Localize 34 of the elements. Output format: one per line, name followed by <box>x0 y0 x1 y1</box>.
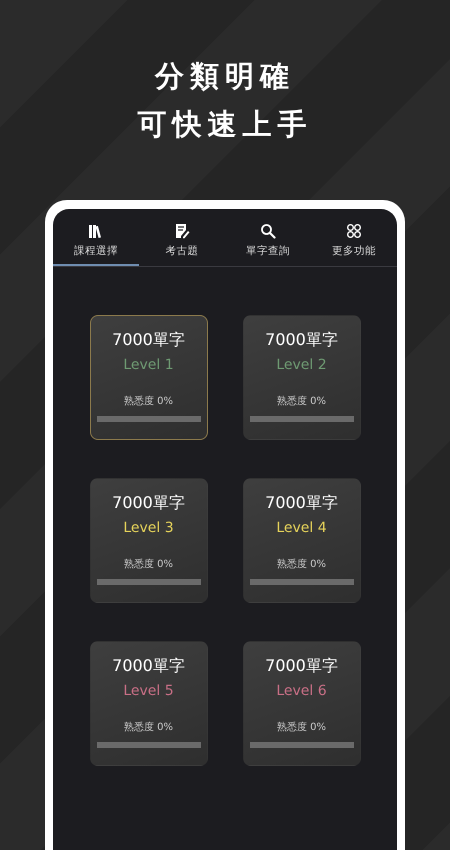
books-icon <box>88 223 104 239</box>
level-label: Level 1 <box>123 356 174 375</box>
course-card[interactable]: 7000單字 Level 6 熟悉度 0% <box>242 641 360 766</box>
progress-label: 熟悉度 0% <box>124 558 174 571</box>
course-title: 7000單字 <box>112 492 185 514</box>
search-icon <box>260 223 276 239</box>
progress-label: 熟悉度 0% <box>276 720 326 734</box>
progress-label: 熟悉度 0% <box>276 558 326 571</box>
course-card[interactable]: 7000單字 Level 2 熟悉度 0% <box>242 315 360 440</box>
level-label: Level 6 <box>276 682 327 701</box>
level-label: Level 4 <box>276 519 327 538</box>
course-title: 7000單字 <box>112 329 185 351</box>
course-card[interactable]: 7000單字 Level 1 熟悉度 0% <box>90 315 208 440</box>
level-label: Level 3 <box>123 519 174 538</box>
course-card[interactable]: 7000單字 Level 5 熟悉度 0% <box>90 641 208 766</box>
grid-icon <box>346 223 362 239</box>
course-card[interactable]: 7000單字 Level 3 熟悉度 0% <box>90 478 208 603</box>
progress-label: 熟悉度 0% <box>124 394 174 408</box>
headline: 可快速上手 <box>138 106 312 143</box>
nav-tab[interactable]: 考古題 <box>139 209 225 266</box>
nav-tab[interactable]: 單字查詢 <box>225 209 311 266</box>
headline: 分類明確 <box>155 58 295 95</box>
course-title: 7000單字 <box>265 492 338 514</box>
course-title: 7000單字 <box>265 655 338 677</box>
course-title: 7000單字 <box>265 329 338 351</box>
note-pencil-icon <box>174 223 190 239</box>
level-label: Level 2 <box>276 356 327 375</box>
course-title: 7000單字 <box>112 655 185 677</box>
course-card[interactable]: 7000單字 Level 4 熟悉度 0% <box>242 478 360 603</box>
progress-label: 熟悉度 0% <box>124 720 174 734</box>
nav-tab[interactable]: 課程選擇 <box>53 209 139 266</box>
progress-label: 熟悉度 0% <box>276 394 326 408</box>
level-label: Level 5 <box>123 682 174 701</box>
nav-tab[interactable]: 更多功能 <box>311 209 397 266</box>
